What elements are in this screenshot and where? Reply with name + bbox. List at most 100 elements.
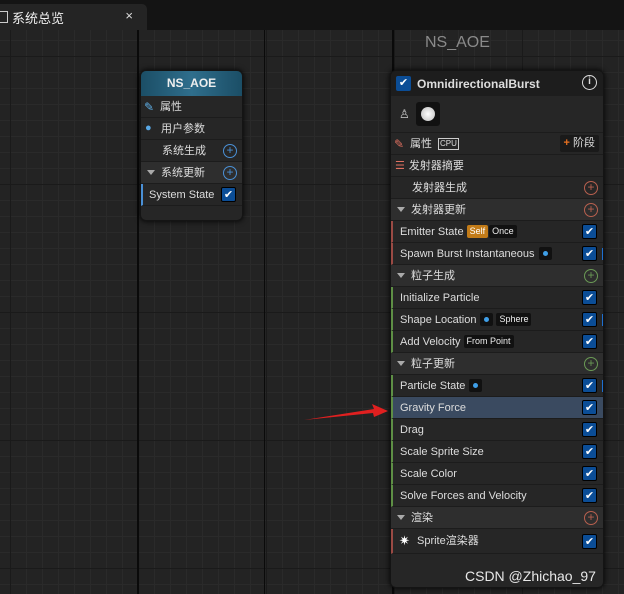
system-spawn-row[interactable]: 系统生成 + <box>141 140 242 162</box>
module-label: Initialize Particle <box>400 291 480 304</box>
system-state-row[interactable]: System State ✔ <box>141 184 242 206</box>
system-state-label: System State <box>149 188 215 201</box>
summary-row[interactable]: ☰ 发射器摘要 <box>391 155 603 177</box>
module-label: Drag <box>400 423 424 436</box>
collapse-icon[interactable] <box>397 361 405 366</box>
sprite-renderer-row[interactable]: ✷ Sprite渲染器 ✔ <box>391 529 603 554</box>
enable-checkbox[interactable]: ✔ <box>582 466 597 481</box>
scale-sprite-row[interactable]: Scale Sprite Size ✔ <box>391 441 603 463</box>
particle-spawn-row[interactable]: 粒子生成 + <box>391 265 603 287</box>
render-row[interactable]: 渲染 + <box>391 507 603 529</box>
system-update-row[interactable]: 系统更新 + <box>141 162 242 184</box>
enable-checkbox[interactable]: ✔ <box>582 224 597 239</box>
user-icon: ● <box>145 122 152 134</box>
red-arrow-icon <box>304 404 388 420</box>
enable-checkbox[interactable]: ✔ <box>582 400 597 415</box>
enable-checkbox[interactable]: ✔ <box>582 378 597 393</box>
stage-label: 阶段 <box>573 137 595 149</box>
user-params-label: 用户参数 <box>161 122 205 135</box>
shape-location-row[interactable]: Shape Location Sphere ✔ <box>391 309 603 331</box>
add-module-button[interactable]: + <box>584 357 598 371</box>
solve-forces-row[interactable]: Solve Forces and Velocity ✔ <box>391 485 603 507</box>
collapse-icon[interactable] <box>147 170 155 175</box>
module-label: Gravity Force <box>400 401 467 414</box>
particle-state-row[interactable]: Particle State ✔ <box>391 375 603 397</box>
particle-update-row[interactable]: 粒子更新 + <box>391 353 603 375</box>
pencil-icon: ✎ <box>144 99 155 114</box>
enable-checkbox[interactable]: ✔ <box>582 334 597 349</box>
user-params-row[interactable]: ● 用户参数 <box>141 118 242 140</box>
add-module-button[interactable]: + <box>584 511 598 525</box>
emitter-state-row[interactable]: Emitter State Self Once ✔ <box>391 221 603 243</box>
emitter-spawn-row[interactable]: 发射器生成 + <box>391 177 603 199</box>
particle-update-label: 粒子更新 <box>411 357 455 370</box>
module-label: Scale Sprite Size <box>400 445 484 458</box>
collapse-icon[interactable] <box>397 273 405 278</box>
module-label: Add Velocity <box>400 335 461 348</box>
module-label: Particle State <box>400 379 466 392</box>
particle-spawn-label: 粒子生成 <box>411 269 455 282</box>
emitter-node[interactable]: ✔ OmnidirectionalBurst i ♙ ✎ 属性 CPU + 阶段 … <box>390 70 604 588</box>
enable-checkbox[interactable]: ✔ <box>582 290 597 305</box>
add-stage-button[interactable]: + 阶段 <box>559 135 599 152</box>
collapse-icon[interactable] <box>397 207 405 212</box>
collapse-icon[interactable] <box>397 515 405 520</box>
node-title[interactable]: NS_AOE <box>141 71 242 96</box>
error-indicator <box>602 314 603 326</box>
enable-checkbox[interactable]: ✔ <box>582 444 597 459</box>
add-module-button[interactable]: + <box>584 203 598 217</box>
render-label: 渲染 <box>411 511 433 524</box>
graph-icon <box>0 11 8 23</box>
link-icon <box>480 313 494 326</box>
emitter-update-row[interactable]: 发射器更新 + <box>391 199 603 221</box>
gravity-force-row[interactable]: Gravity Force ✔ <box>391 397 603 419</box>
enable-checkbox[interactable]: ✔ <box>582 312 597 327</box>
enable-checkbox[interactable]: ✔ <box>582 534 597 549</box>
system-name-label: NS_AOE <box>425 34 490 51</box>
system-node[interactable]: NS_AOE ✎ 属性 ● 用户参数 系统生成 + 系统更新 + System Stat… <box>140 70 243 221</box>
sphere-icon <box>420 107 435 121</box>
module-label: Solve Forces and Velocity <box>400 489 527 502</box>
add-module-button[interactable]: + <box>584 181 598 195</box>
spawn-burst-row[interactable]: Spawn Burst Instantaneous ✔ <box>391 243 603 265</box>
thumbnail[interactable] <box>415 102 440 126</box>
self-tag: Self <box>466 225 489 238</box>
enable-checkbox[interactable]: ✔ <box>582 246 597 261</box>
add-module-button[interactable]: + <box>223 144 237 158</box>
emitter-update-label: 发射器更新 <box>411 203 466 216</box>
module-label: Shape Location <box>400 313 477 326</box>
tab-system-overview[interactable]: 系统总览 × <box>0 4 147 30</box>
system-spawn-label: 系统生成 <box>162 144 206 157</box>
drag-row[interactable]: Drag ✔ <box>391 419 603 441</box>
enable-checkbox[interactable]: ✔ <box>582 488 597 503</box>
module-label: Sprite渲染器 <box>417 535 479 547</box>
list-icon: ☰ <box>395 159 405 172</box>
tab-bar: 系统总览 × <box>0 0 624 30</box>
enable-checkbox[interactable]: ✔ <box>221 187 236 202</box>
module-label: Scale Color <box>400 467 457 480</box>
person-icon: ♙ <box>399 107 410 121</box>
module-label: Spawn Burst Instantaneous <box>400 247 535 260</box>
properties-row[interactable]: ✎ 属性 <box>141 96 242 118</box>
add-module-button[interactable]: + <box>584 269 598 283</box>
from-point-tag: From Point <box>463 335 514 348</box>
error-indicator <box>602 380 603 392</box>
emitter-header[interactable]: ✔ OmnidirectionalBurst i <box>391 71 603 96</box>
summary-label: 发射器摘要 <box>408 159 464 172</box>
add-velocity-row[interactable]: Add Velocity From Point ✔ <box>391 331 603 353</box>
init-particle-row[interactable]: Initialize Particle ✔ <box>391 287 603 309</box>
enable-checkbox[interactable]: ✔ <box>582 422 597 437</box>
props-label: 属性 <box>410 137 432 150</box>
plus-icon: + <box>563 137 570 149</box>
close-icon[interactable]: × <box>125 8 133 23</box>
sphere-tag: Sphere <box>496 313 532 326</box>
emitter-title: OmnidirectionalBurst <box>417 76 540 91</box>
emitter-enable-checkbox[interactable]: ✔ <box>396 76 411 91</box>
info-icon[interactable]: i <box>582 75 597 90</box>
sprite-icon: ✷ <box>399 533 410 548</box>
add-module-button[interactable]: + <box>223 166 237 180</box>
props-row[interactable]: ✎ 属性 CPU + 阶段 <box>391 133 603 155</box>
scale-color-row[interactable]: Scale Color ✔ <box>391 463 603 485</box>
grid-axis-line <box>137 30 139 594</box>
properties-label: 属性 <box>160 100 182 113</box>
